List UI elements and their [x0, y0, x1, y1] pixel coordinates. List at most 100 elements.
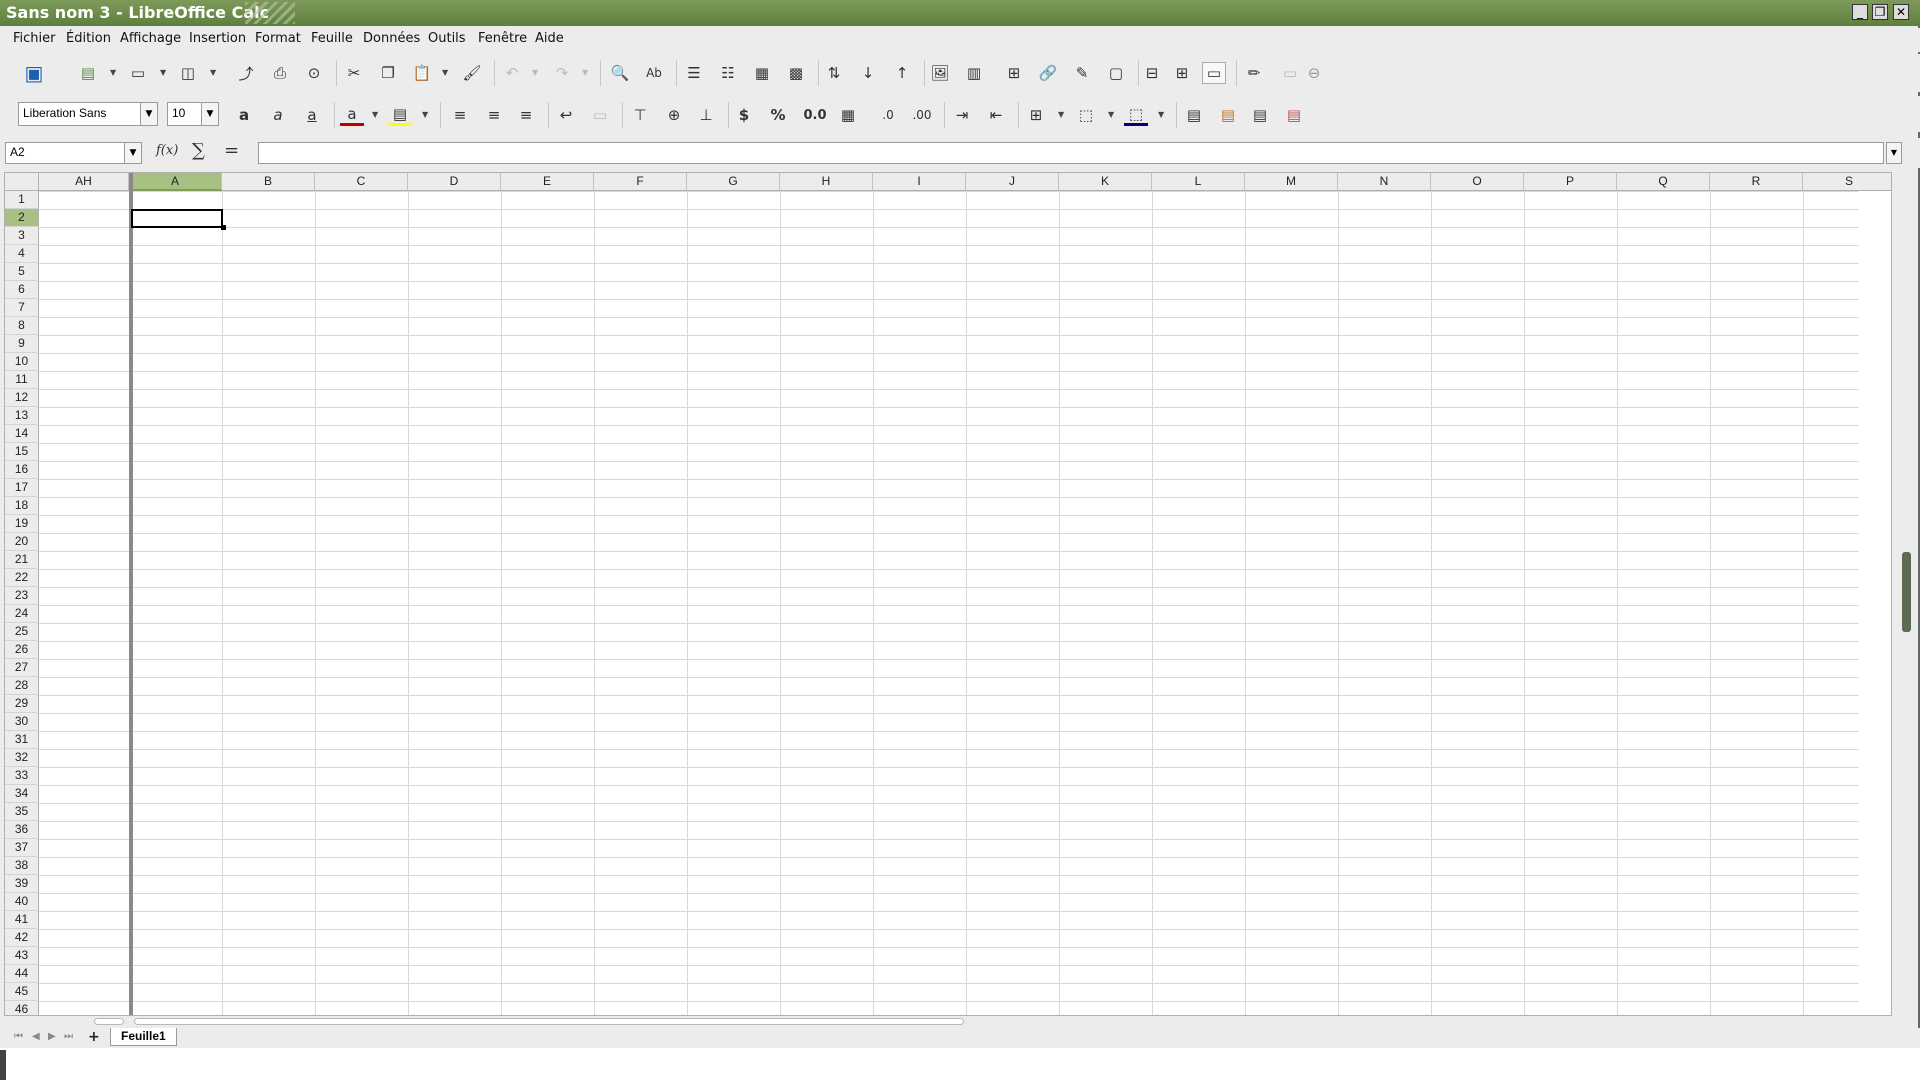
horizontal-scroll-thumb[interactable]: [134, 1018, 964, 1025]
font-color-icon[interactable]: a: [340, 104, 364, 126]
column-header-m[interactable]: M: [1245, 173, 1338, 191]
delete-rows-icon[interactable]: ▩: [784, 62, 808, 84]
redo-icon[interactable]: ↷: [550, 62, 574, 84]
column-header-ah[interactable]: AH: [39, 173, 129, 191]
expand-formula-bar-icon[interactable]: ▼: [1886, 142, 1902, 164]
percent-format-icon[interactable]: %: [766, 104, 790, 126]
align-top-icon[interactable]: ⊤: [628, 104, 652, 126]
title-bar[interactable]: Sans nom 3 - LibreOffice Calc _ ❐ ✕: [0, 0, 1920, 26]
row-header-12[interactable]: 12: [5, 389, 39, 407]
border-style-icon[interactable]: ⬚: [1074, 104, 1098, 126]
row-header-45[interactable]: 45: [5, 983, 39, 1001]
row-header-7[interactable]: 7: [5, 299, 39, 317]
currency-format-icon[interactable]: $: [732, 104, 756, 126]
row-header-5[interactable]: 5: [5, 263, 39, 281]
column-header-q[interactable]: Q: [1617, 173, 1710, 191]
templates-icon[interactable]: ◫: [176, 62, 200, 84]
align-right-icon[interactable]: ≡: [514, 104, 538, 126]
column-header-b[interactable]: B: [222, 173, 315, 191]
row-header-1[interactable]: 1: [5, 191, 39, 209]
row-header-20[interactable]: 20: [5, 533, 39, 551]
menu-donnees[interactable]: Données: [363, 31, 420, 46]
row-header-41[interactable]: 41: [5, 911, 39, 929]
row-header-32[interactable]: 32: [5, 749, 39, 767]
function-wizard-button[interactable]: f(x): [156, 143, 178, 163]
sum-button[interactable]: ∑: [192, 140, 205, 161]
row-header-26[interactable]: 26: [5, 641, 39, 659]
row-header-13[interactable]: 13: [5, 407, 39, 425]
column-header-k[interactable]: K: [1059, 173, 1152, 191]
border-style-dropdown-icon[interactable]: ▼: [1108, 110, 1114, 119]
background-color-dropdown-icon[interactable]: ▼: [422, 110, 428, 119]
undo-icon[interactable]: ↶: [500, 62, 524, 84]
open-dropdown-icon[interactable]: ▼: [160, 68, 166, 77]
next-sheet-icon[interactable]: ▶: [48, 1031, 56, 1042]
insert-chart-icon[interactable]: ▥: [962, 62, 986, 84]
split-window-icon[interactable]: ▭: [1202, 62, 1226, 84]
show-draw-functions-icon[interactable]: ✏: [1242, 62, 1266, 84]
column-header-h[interactable]: H: [780, 173, 873, 191]
form-control-icon[interactable]: ▭: [1278, 62, 1302, 84]
row-header-9[interactable]: 9: [5, 335, 39, 353]
row-icon[interactable]: ☰: [682, 62, 706, 84]
row-header-36[interactable]: 36: [5, 821, 39, 839]
paste-icon[interactable]: 📋: [410, 62, 434, 84]
row-header-22[interactable]: 22: [5, 569, 39, 587]
last-sheet-icon[interactable]: ⏭: [64, 1031, 73, 1042]
font-size-dropdown-icon[interactable]: ▼: [201, 102, 219, 126]
cell-area[interactable]: [39, 191, 1859, 1015]
row-header-17[interactable]: 17: [5, 479, 39, 497]
row-header-44[interactable]: 44: [5, 965, 39, 983]
row-header-23[interactable]: 23: [5, 587, 39, 605]
italic-icon[interactable]: a: [266, 104, 290, 126]
row-header-16[interactable]: 16: [5, 461, 39, 479]
column-header-c[interactable]: C: [315, 173, 408, 191]
row-header-28[interactable]: 28: [5, 677, 39, 695]
row-header-2[interactable]: 2: [5, 209, 39, 227]
copy-icon[interactable]: ❐: [376, 62, 400, 84]
vertical-scrollbar[interactable]: [1896, 172, 1918, 1016]
templates-dropdown-icon[interactable]: ▼: [210, 68, 216, 77]
comment-icon[interactable]: ✎: [1070, 62, 1094, 84]
color-scale-icon[interactable]: ▤: [1216, 104, 1240, 126]
open-icon[interactable]: ▭: [126, 62, 150, 84]
headers-footers-icon[interactable]: ▢: [1104, 62, 1128, 84]
date-format-icon[interactable]: ▦: [836, 104, 860, 126]
print-preview-icon[interactable]: ⊙: [302, 62, 326, 84]
name-box[interactable]: A2: [5, 142, 142, 164]
row-header-35[interactable]: 35: [5, 803, 39, 821]
row-header-34[interactable]: 34: [5, 785, 39, 803]
row-header-24[interactable]: 24: [5, 605, 39, 623]
menu-fichier[interactable]: Fichier: [13, 31, 56, 46]
row-header-33[interactable]: 33: [5, 767, 39, 785]
row-header-42[interactable]: 42: [5, 929, 39, 947]
column-header-g[interactable]: G: [687, 173, 780, 191]
vertical-scroll-thumb[interactable]: [1902, 552, 1911, 632]
column-header-e[interactable]: E: [501, 173, 594, 191]
column-header-p[interactable]: P: [1524, 173, 1617, 191]
undo-dropdown-icon[interactable]: ▼: [532, 68, 538, 77]
row-header-21[interactable]: 21: [5, 551, 39, 569]
new-document-icon[interactable]: ▤: [76, 62, 100, 84]
bold-icon[interactable]: a: [232, 104, 256, 126]
conditional-format-icon[interactable]: ▤: [1182, 104, 1206, 126]
underline-icon[interactable]: a: [300, 104, 324, 126]
row-header-40[interactable]: 40: [5, 893, 39, 911]
hyperlink-icon[interactable]: 🔗: [1036, 62, 1060, 84]
find-replace-icon[interactable]: 🔍: [608, 62, 632, 84]
sidebar-icon[interactable]: ⊖: [1302, 62, 1326, 84]
column-header-a[interactable]: A: [129, 173, 222, 191]
row-header-10[interactable]: 10: [5, 353, 39, 371]
border-color-icon[interactable]: ⬚: [1124, 104, 1148, 126]
menu-format[interactable]: Format: [255, 31, 301, 46]
row-header-15[interactable]: 15: [5, 443, 39, 461]
cut-icon[interactable]: ✂: [342, 62, 366, 84]
paste-dropdown-icon[interactable]: ▼: [442, 68, 448, 77]
font-color-dropdown-icon[interactable]: ▼: [372, 110, 378, 119]
pivot-table-icon[interactable]: ⊞: [1002, 62, 1026, 84]
row-header-25[interactable]: 25: [5, 623, 39, 641]
border-color-dropdown-icon[interactable]: ▼: [1158, 110, 1164, 119]
column-header-i[interactable]: I: [873, 173, 966, 191]
decrease-indent-icon[interactable]: ⇤: [984, 104, 1008, 126]
row-header-14[interactable]: 14: [5, 425, 39, 443]
